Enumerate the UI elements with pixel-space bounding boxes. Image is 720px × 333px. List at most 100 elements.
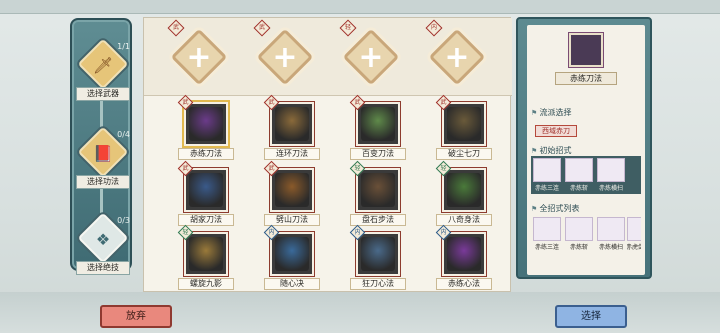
empty-slot[interactable]: + 轻 — [339, 19, 400, 86]
skill-art-icon — [275, 237, 309, 271]
skill-card[interactable]: 内赤练心法 — [434, 224, 494, 294]
move-label: 赤虎剑 — [627, 244, 641, 251]
skill-art-icon — [361, 237, 395, 271]
skill-frame — [184, 168, 228, 212]
skill-name: 连环刀法 — [264, 148, 320, 160]
skill-card[interactable]: 武破尘七刀 — [434, 94, 494, 164]
move-item[interactable]: 赤炼斩 — [565, 158, 593, 194]
skill-art-icon — [189, 173, 223, 207]
step-count: 1/1 — [117, 42, 130, 51]
top-border — [0, 0, 720, 14]
step-label: 选择绝技 — [76, 261, 130, 275]
skill-card[interactable]: 内随心决 — [262, 224, 322, 294]
step-count: 0/3 — [117, 216, 130, 225]
skill-card[interactable]: 武劈山刀法 — [262, 160, 322, 230]
skill-frame — [184, 232, 228, 276]
skill-card[interactable]: 武赤练刀法 — [176, 94, 236, 164]
step-select-weapon[interactable]: 🗡 1/1 选择武器 — [76, 38, 130, 110]
plus-icon: + — [444, 39, 470, 75]
step-count: 0/4 — [117, 130, 130, 139]
detail-title: 赤练刀法 — [555, 72, 617, 85]
move-icon — [533, 158, 561, 182]
move-item[interactable]: 赤练三连 — [533, 217, 561, 253]
skill-frame — [356, 102, 400, 146]
emblem-icon: ❖ — [95, 229, 111, 249]
skill-name: 八奇身法 — [436, 214, 492, 226]
skill-card[interactable]: 轻盘石步法 — [348, 160, 408, 230]
skill-art-icon — [361, 173, 395, 207]
step-label: 选择武器 — [76, 87, 130, 101]
move-icon — [627, 217, 641, 241]
move-label: 赤炼横扫 — [598, 244, 623, 251]
move-item[interactable]: 赤炼横扫 — [597, 217, 625, 253]
skill-name: 随心决 — [264, 278, 320, 290]
step-panel: 🗡 1/1 选择武器 📕 0/4 选择功法 ❖ 0/3 选择绝技 — [70, 18, 132, 275]
skill-frame — [442, 232, 486, 276]
skill-art-icon — [447, 107, 481, 141]
empty-slot[interactable]: + 内 — [425, 19, 486, 86]
school-heading: 流派选择 — [531, 107, 572, 118]
skill-frame — [356, 168, 400, 212]
skill-name: 赤练心法 — [436, 278, 492, 290]
school-badge[interactable]: 西域赤刀 — [535, 125, 577, 137]
skill-card[interactable]: 武连环刀法 — [262, 94, 322, 164]
skill-art-icon — [189, 107, 223, 141]
equipped-slots-row: + 武 + 武 + 轻 + 内 — [144, 18, 512, 96]
skill-name: 破尘七刀 — [436, 148, 492, 160]
skill-card[interactable]: 武胡家刀法 — [176, 160, 236, 230]
skill-art-icon — [275, 107, 309, 141]
skill-card[interactable]: 武百变刀法 — [348, 94, 408, 164]
all-moves-heading: 全招式列表 — [531, 203, 580, 214]
skill-art-icon — [447, 173, 481, 207]
move-label: 赤炼斩 — [569, 244, 588, 251]
detail-panel: 赤练刀法 流派选择 西域赤刀 初始招式 赤练三连 赤炼斩 赤炼横扫 全招式列表 … — [516, 17, 652, 279]
skill-name: 盘石步法 — [350, 214, 406, 226]
choose-button[interactable]: 选择 — [555, 305, 627, 328]
step-select-technique[interactable]: 📕 0/4 选择功法 — [76, 126, 130, 198]
step-label: 选择功法 — [76, 175, 130, 189]
empty-slot[interactable]: + 武 — [167, 19, 228, 86]
skill-card[interactable]: 轻八奇身法 — [434, 160, 494, 230]
skill-name: 百变刀法 — [350, 148, 406, 160]
skill-name: 狂刀心法 — [350, 278, 406, 290]
move-icon — [597, 217, 625, 241]
skill-card[interactable]: 内狂刀心法 — [348, 224, 408, 294]
start-moves-heading: 初始招式 — [531, 145, 572, 156]
skill-art-icon — [189, 237, 223, 271]
skill-art-icon — [361, 107, 395, 141]
all-moves-list: 赤练三连 赤炼斩 赤炼横扫 赤虎剑 — [531, 215, 641, 253]
plus-icon: + — [358, 39, 384, 75]
detail-card: 赤练刀法 流派选择 西域赤刀 初始招式 赤练三连 赤炼斩 赤炼横扫 全招式列表 … — [527, 25, 645, 275]
skill-name: 劈山刀法 — [264, 214, 320, 226]
skill-card[interactable]: 轻螺旋九影 — [176, 224, 236, 294]
skill-frame — [442, 102, 486, 146]
start-moves-list: 赤练三连 赤炼斩 赤炼横扫 — [531, 156, 641, 194]
move-label: 赤炼斩 — [569, 185, 588, 192]
move-icon — [597, 158, 625, 182]
move-item[interactable]: 赤虎剑 — [627, 217, 641, 253]
move-item[interactable]: 赤炼斩 — [565, 217, 593, 253]
skill-frame — [442, 168, 486, 212]
abandon-button[interactable]: 放弃 — [100, 305, 172, 328]
move-item[interactable]: 赤炼横扫 — [597, 158, 625, 194]
step-select-ultimate[interactable]: ❖ 0/3 选择绝技 — [76, 212, 130, 284]
skill-portrait-icon — [569, 33, 603, 67]
skill-frame — [270, 168, 314, 212]
plus-icon: + — [186, 39, 212, 75]
move-item[interactable]: 赤练三连 — [533, 158, 561, 194]
skill-name: 赤练刀法 — [178, 148, 234, 160]
move-icon — [533, 217, 561, 241]
skill-name: 螺旋九影 — [178, 278, 234, 290]
skill-name: 胡家刀法 — [178, 214, 234, 226]
book-icon: 📕 — [93, 143, 113, 163]
skill-grid-panel: + 武 + 武 + 轻 + 内 武赤练刀法武连环刀法武百变刀法武破尘七刀武胡家刀… — [143, 17, 512, 294]
move-label: 赤练三连 — [534, 185, 559, 192]
plus-icon: + — [272, 39, 298, 75]
skill-frame — [356, 232, 400, 276]
move-label: 赤练三连 — [534, 244, 559, 251]
skill-frame — [184, 102, 228, 146]
empty-slot[interactable]: + 武 — [253, 19, 314, 86]
move-icon — [565, 158, 593, 182]
move-icon — [565, 217, 593, 241]
sword-icon: 🗡 — [92, 55, 114, 75]
